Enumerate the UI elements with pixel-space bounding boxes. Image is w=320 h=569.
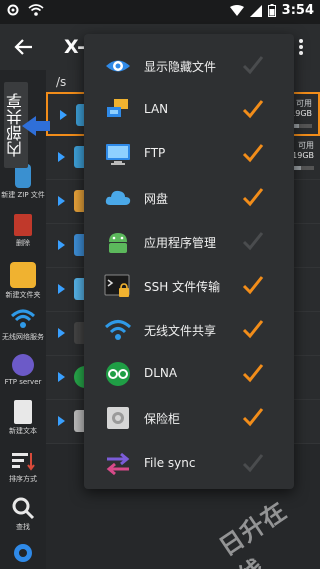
new-text-icon xyxy=(14,400,32,424)
sort-icon xyxy=(12,453,35,471)
ftp-monitor-icon xyxy=(106,144,130,165)
menu-item-ssh[interactable]: SSH 文件传输 xyxy=(84,264,294,308)
more-vert-icon[interactable] xyxy=(298,38,304,56)
expand-arrow-icon[interactable] xyxy=(58,284,65,294)
check-icon xyxy=(242,364,264,383)
clock: 3:54 xyxy=(281,3,314,18)
toolbar-zip-button[interactable]: 新建 ZIP 文件 xyxy=(0,164,46,200)
ftp-server-icon xyxy=(12,354,34,376)
cloud-icon xyxy=(105,190,131,205)
menu-item-cloud[interactable]: 网盘 xyxy=(84,176,294,220)
search-icon xyxy=(12,497,35,520)
arrow-tail xyxy=(36,121,50,131)
check-icon xyxy=(242,144,264,163)
toolbar-search-button[interactable]: 查找 xyxy=(0,496,46,532)
expand-arrow-icon[interactable] xyxy=(60,110,67,120)
expand-arrow-icon[interactable] xyxy=(58,152,65,162)
battery-icon xyxy=(267,4,276,17)
toolbar-wifi-button[interactable]: 无线网络服务 xyxy=(0,308,46,342)
gear-icon xyxy=(14,544,32,562)
check-icon xyxy=(242,454,264,473)
settings-icon xyxy=(7,4,19,16)
toolbar-settings-button[interactable] xyxy=(0,540,46,566)
overflow-menu: 显示隐藏文件 LAN FTP 网盘 应用程序管理 SSH 文件传输 无线文件共享… xyxy=(84,34,294,489)
expand-arrow-icon[interactable] xyxy=(58,416,65,426)
lan-icon xyxy=(107,99,128,117)
wifi-status-icon xyxy=(28,3,44,16)
expand-arrow-icon[interactable] xyxy=(58,372,65,382)
menu-item-ftp[interactable]: FTP xyxy=(84,132,294,176)
android-icon xyxy=(109,233,127,253)
toolbar-ftp-button[interactable]: FTP server xyxy=(0,354,46,386)
menu-item-show-hidden[interactable]: 显示隐藏文件 xyxy=(84,44,294,88)
check-icon xyxy=(242,320,264,339)
trash-icon xyxy=(14,214,32,236)
menu-item-dlna[interactable]: DLNA xyxy=(84,352,294,396)
file-sync-icon xyxy=(106,452,130,476)
new-folder-icon xyxy=(10,262,36,288)
check-icon xyxy=(242,232,264,251)
arrow-back-icon[interactable] xyxy=(14,37,34,57)
menu-item-file-sync[interactable]: File sync xyxy=(84,442,294,486)
status-bar: 3:54 xyxy=(0,0,320,24)
wifi-signal-icon xyxy=(229,4,244,16)
expand-arrow-icon[interactable] xyxy=(58,328,65,338)
cell-signal-icon xyxy=(249,4,262,17)
menu-item-app-manager[interactable]: 应用程序管理 xyxy=(84,220,294,264)
expand-arrow-icon[interactable] xyxy=(58,196,65,206)
path-text: /s xyxy=(56,75,67,89)
wifi-share-icon xyxy=(104,320,132,340)
check-icon xyxy=(242,56,264,75)
check-icon xyxy=(242,276,264,295)
expand-arrow-icon[interactable] xyxy=(58,240,65,250)
menu-item-wifi-share[interactable]: 无线文件共享 xyxy=(84,308,294,352)
screen: 3:54 X-p /s 可用 3B/19GB 可用 3B/19GB 新建 ZIP 文… xyxy=(0,0,320,569)
menu-item-safe[interactable]: 保险柜 xyxy=(84,396,294,440)
toolbar-sort-button[interactable]: 排序方式 xyxy=(0,450,46,484)
check-icon xyxy=(242,408,264,427)
menu-item-lan[interactable]: LAN xyxy=(84,88,294,132)
safe-icon xyxy=(107,407,129,429)
watermark: 日升在线 xyxy=(214,496,292,569)
ssh-terminal-icon xyxy=(104,274,130,297)
check-icon xyxy=(242,188,264,207)
toolbar-new-folder-button[interactable]: 新建文件夹 xyxy=(0,262,46,300)
wifi-icon xyxy=(10,309,36,328)
toolbar-new-text-button[interactable]: 新建文本 xyxy=(0,400,46,436)
toolbar-delete-button[interactable]: 删除 xyxy=(0,214,46,248)
eye-icon xyxy=(106,60,130,72)
arrow-left-icon xyxy=(22,116,36,136)
check-icon xyxy=(242,100,264,119)
dlna-icon xyxy=(106,362,130,386)
